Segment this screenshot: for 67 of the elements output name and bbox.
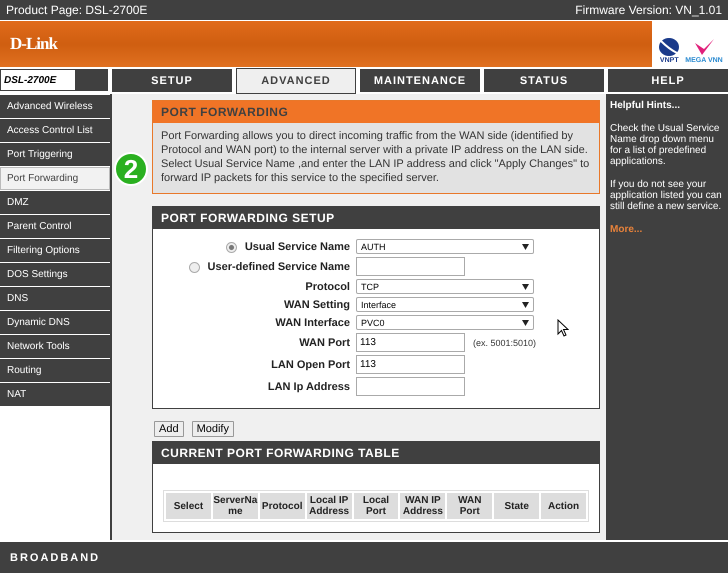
- sidebar-item[interactable]: Filtering Options: [0, 239, 110, 262]
- column-header: Select: [166, 493, 211, 519]
- column-header: WAN Port: [447, 493, 492, 519]
- field-label: User-defined Service Name: [208, 260, 350, 272]
- brand-logo: D-Link: [10, 34, 57, 54]
- format-hint: (ex. 5001:5010): [473, 338, 536, 348]
- panel-title: PORT FORWARDING SETUP: [153, 207, 599, 229]
- model-name: DSL-2700E: [3, 74, 56, 86]
- column-header: Protocol: [260, 493, 305, 519]
- dropdown-select[interactable]: PVC0: [356, 315, 534, 330]
- form-button[interactable]: Modify: [192, 421, 234, 437]
- dropdown-select[interactable]: AUTH: [356, 239, 534, 254]
- dropdown-select[interactable]: TCP: [356, 279, 534, 294]
- nav-tab[interactable]: ADVANCED: [236, 68, 356, 94]
- hint-text: If you do not see your application listed you can still define a new service.: [610, 179, 723, 212]
- sidebar-item[interactable]: Routing: [0, 359, 110, 382]
- nav-tab[interactable]: SETUP: [112, 69, 232, 92]
- globe-logo-icon: [657, 37, 682, 57]
- sidebar-item[interactable]: Access Control List: [0, 119, 110, 142]
- field-label: WAN Port: [299, 336, 350, 348]
- column-header: Local IP Address: [306, 493, 352, 519]
- sidebar-item[interactable]: DOS Settings: [0, 263, 110, 286]
- dropdown-select[interactable]: Interface: [356, 297, 534, 312]
- nav-tab[interactable]: STATUS: [484, 69, 604, 92]
- sidebar-item[interactable]: NAT: [0, 383, 110, 406]
- description-text: Port Forwarding allows you to direct incoming traffic from the WAN side (identified by Protocol and WAN port) to the internal server with a private IP address on the LAN side. Select Usual Service Name ,and enter the LAN IP address and click "Apply Changes" to forward IP packets for this service to the specified server.: [161, 129, 590, 185]
- caret-icon: [522, 284, 529, 290]
- column-header: WAN IP Address: [400, 493, 446, 519]
- caret-icon: [522, 244, 529, 250]
- sidebar-item[interactable]: Network Tools: [0, 335, 110, 358]
- panel-title: PORT FORWARDING: [153, 101, 599, 123]
- field-label: LAN Ip Address: [268, 380, 350, 392]
- caret-icon: [522, 302, 529, 308]
- sidebar-item[interactable]: Parent Control: [0, 215, 110, 238]
- input-field[interactable]: [356, 257, 465, 276]
- radio-button[interactable]: [188, 262, 200, 273]
- sidebar-item[interactable]: Port Forwarding: [0, 167, 110, 190]
- field-label: Protocol: [305, 280, 350, 292]
- field-label: WAN Setting: [284, 298, 350, 310]
- input-field[interactable]: [356, 377, 465, 396]
- column-header: Action: [541, 493, 586, 519]
- product-page-label: Product Page: DSL-2700E: [6, 3, 148, 17]
- hints-title: Helpful Hints...: [610, 100, 681, 111]
- sidebar-item[interactable]: Advanced Wireless: [0, 95, 110, 118]
- field-label: LAN Open Port: [271, 358, 350, 370]
- column-header: Local Port: [354, 493, 398, 519]
- field-label: WAN Interface: [275, 316, 350, 328]
- sidebar-item[interactable]: Dynamic DNS: [0, 311, 110, 334]
- firmware-version-label: Firmware Version: VN_1.01: [575, 3, 722, 17]
- input-field[interactable]: 113: [356, 355, 465, 374]
- sidebar-item[interactable]: Port Triggering: [0, 143, 110, 166]
- panel-title: CURRENT PORT FORWARDING TABLE: [153, 442, 599, 464]
- nav-tab[interactable]: MAINTENANCE: [360, 69, 480, 92]
- hint-text: Check the Usual Service Name drop down menu for a list of predefined applications.: [610, 123, 720, 167]
- radio-button[interactable]: [226, 242, 237, 253]
- caret-icon: [522, 320, 529, 326]
- form-button[interactable]: Add: [154, 421, 184, 437]
- input-field[interactable]: 113: [356, 333, 465, 352]
- column-header: ServerName: [212, 493, 258, 519]
- sidebar-item[interactable]: DMZ: [0, 191, 110, 214]
- field-label: Usual Service Name: [244, 240, 350, 252]
- more-link[interactable]: More...: [610, 224, 724, 235]
- sidebar-item[interactable]: DNS: [0, 287, 110, 310]
- nav-tab[interactable]: HELP: [608, 69, 728, 92]
- mouse-pointer-icon: [557, 319, 569, 337]
- column-header: State: [494, 493, 540, 519]
- footer-label: BROADBAND: [10, 552, 100, 564]
